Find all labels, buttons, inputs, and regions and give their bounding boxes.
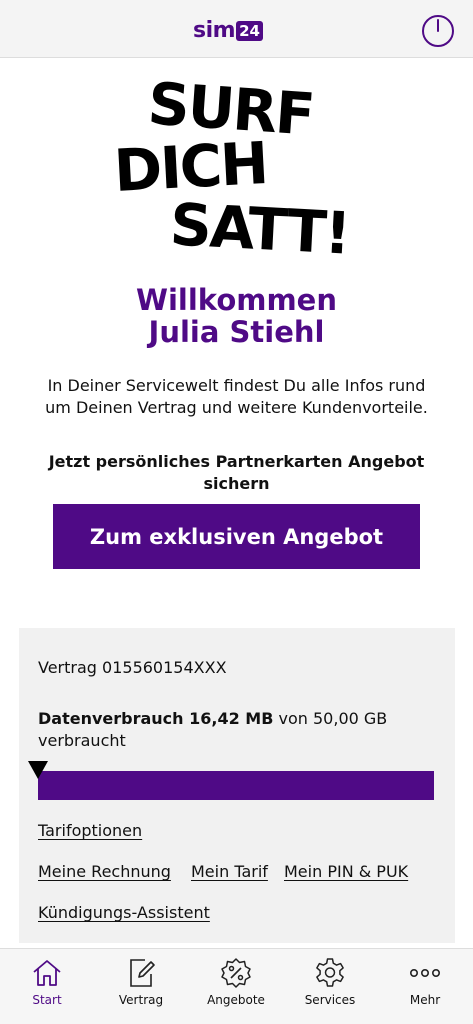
welcome-line: Willkommen: [136, 283, 337, 317]
logo-number: 24: [236, 21, 263, 41]
nav-vertrag-label: Vertrag: [118, 993, 164, 1007]
exclusive-offer-button[interactable]: Zum exklusiven Angebot: [53, 504, 420, 569]
welcome-heading: Willkommen Julia Stiehl: [0, 284, 473, 348]
mein-tarif-link[interactable]: Mein Tarif: [191, 862, 268, 881]
nav-services-label: Services: [304, 993, 356, 1007]
contract-card: Vertrag 015560154XXX Datenverbrauch 16,4…: [19, 628, 455, 943]
data-usage-bar: [28, 761, 434, 800]
meine-rechnung-link[interactable]: Meine Rechnung: [38, 862, 171, 881]
data-usage-amount: Datenverbrauch 16,42 MB: [38, 709, 274, 728]
nav-angebote-label: Angebote: [207, 993, 265, 1007]
nav-mehr[interactable]: Mehr: [380, 957, 470, 1007]
more-dots-icon: [409, 969, 440, 978]
pin-puk-link[interactable]: Mein PIN & PUK: [284, 862, 408, 881]
contract-number: Vertrag 015560154XXX: [38, 658, 227, 677]
tarifoptionen-link[interactable]: Tarifoptionen: [38, 821, 142, 840]
logo-text: sim: [193, 18, 236, 43]
surf-dich-satt-graphic: SURF DICH SATT!: [108, 69, 368, 268]
nav-services[interactable]: Services: [285, 957, 375, 1007]
data-usage-text: Datenverbrauch 16,42 MB von 50,00 GB ver…: [38, 708, 438, 752]
usage-marker-icon: [28, 761, 49, 779]
customer-name: Julia Stiehl: [148, 315, 325, 349]
logout-button[interactable]: [421, 14, 455, 48]
power-icon: [422, 15, 454, 47]
nav-vertrag[interactable]: Vertrag: [96, 957, 186, 1007]
gear-icon: [316, 958, 344, 987]
bottom-navigation: Start Vertrag Angebote Services Mehr: [0, 948, 473, 1024]
intro-text: In Deiner Servicewelt findest Du alle In…: [45, 376, 428, 417]
partner-offer-text: Jetzt persönliches Partnerkarten Angebot…: [48, 452, 425, 493]
sim24-logo: sim 24: [193, 19, 263, 43]
nav-start[interactable]: Start: [2, 957, 92, 1007]
hero-line-2: DICH: [112, 129, 269, 205]
nav-angebote[interactable]: Angebote: [191, 957, 281, 1007]
kuendigungs-assistent-link[interactable]: Kündigungs-Assistent: [38, 903, 210, 922]
home-icon: [33, 960, 61, 986]
discount-badge-icon: [221, 958, 251, 988]
nav-start-label: Start: [32, 993, 62, 1007]
contract-edit-icon: [130, 959, 155, 987]
hero-line-3: SATT!: [168, 190, 351, 268]
top-bar: sim 24: [0, 0, 473, 58]
nav-mehr-label: Mehr: [409, 993, 441, 1007]
